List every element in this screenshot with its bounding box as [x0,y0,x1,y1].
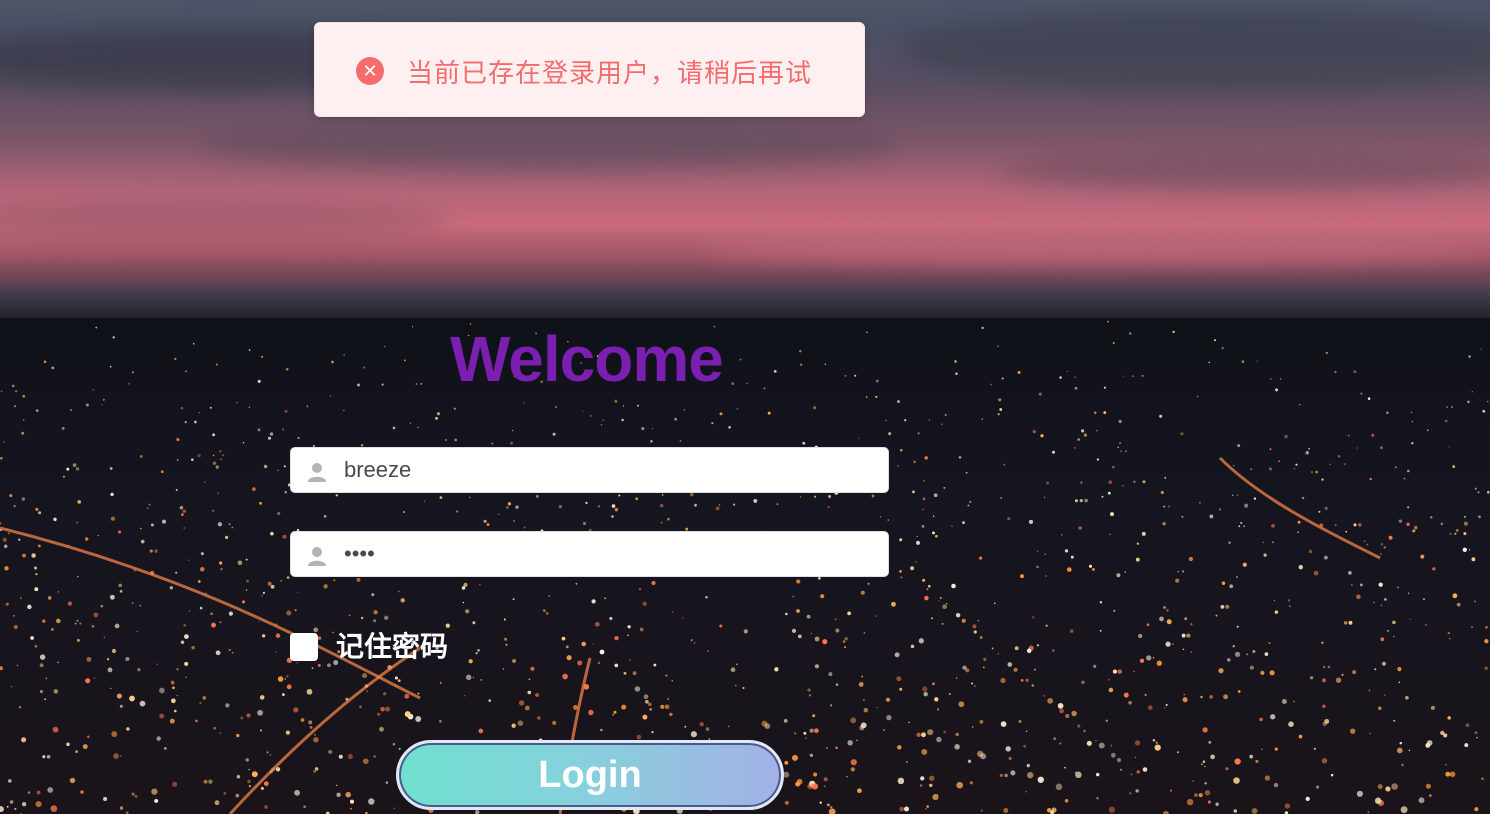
user-icon [308,547,326,566]
password-field[interactable]: •••• [290,531,889,577]
error-toast: ✕ 当前已存在登录用户，请稍后再试 [314,22,865,117]
login-button-label: Login [538,754,642,796]
error-circle-icon: ✕ [356,57,384,85]
username-field[interactable]: breeze [290,447,889,493]
welcome-title: Welcome [450,323,724,395]
remember-label[interactable]: 记住密码 [336,631,448,663]
user-icon [308,463,326,482]
toast-message: 当前已存在登录用户，请稍后再试 [407,59,813,89]
username-input[interactable]: breeze [344,448,411,492]
login-page: ✕ 当前已存在登录用户，请稍后再试 Welcome breeze •••• 记住… [0,0,1490,814]
login-button[interactable]: Login [396,740,784,810]
remember-checkbox[interactable] [290,633,318,661]
password-input[interactable]: •••• [344,532,375,576]
